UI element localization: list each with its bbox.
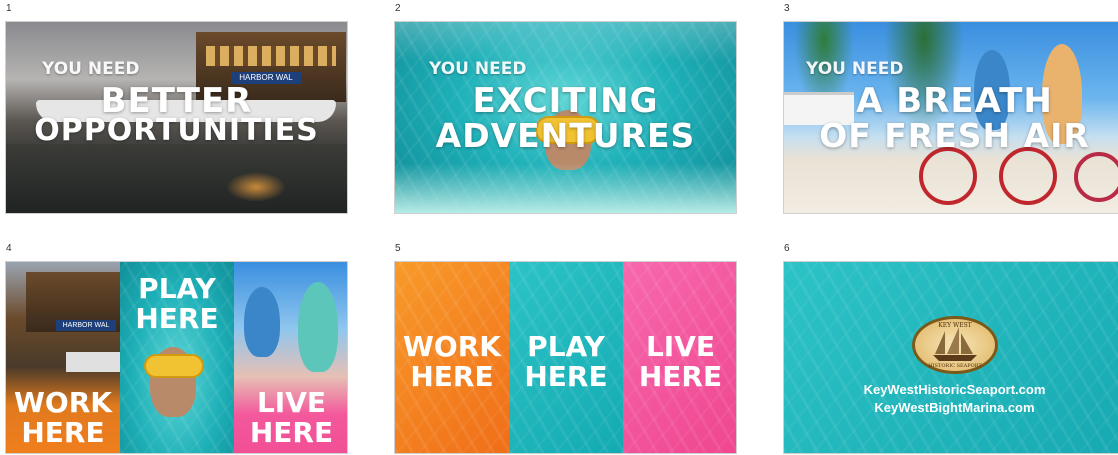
sandy-bottom bbox=[395, 163, 736, 213]
work-here-line1: WORK bbox=[14, 386, 112, 419]
play-panel: PLAY HERE bbox=[120, 262, 234, 453]
light-reflection bbox=[226, 172, 286, 202]
work-panel: HARBOR WAL WORK HERE bbox=[6, 262, 120, 453]
key-west-historic-seaport-logo: KEY WEST HISTORIC SEAPORT bbox=[912, 316, 998, 374]
work-panel: WORK HERE bbox=[395, 262, 509, 453]
water-surface bbox=[395, 22, 736, 62]
slide-number: 5 bbox=[395, 243, 401, 254]
play-here-line1: PLAY bbox=[527, 330, 605, 363]
slide-headline-line1: A BREATH bbox=[856, 81, 1053, 121]
website-url-marina[interactable]: KeyWestBightMarina.com bbox=[784, 400, 1118, 415]
slide-3-thumbnail[interactable]: YOU NEED A BREATH OF FRESH AIR bbox=[783, 21, 1118, 214]
snorkel-mask bbox=[144, 354, 204, 378]
bike-wheel bbox=[1074, 152, 1118, 202]
slide-number: 2 bbox=[395, 3, 401, 14]
logo-text-bottom: HISTORIC SEAPORT bbox=[928, 363, 982, 369]
bike-wheel bbox=[919, 147, 977, 205]
building-windows bbox=[206, 46, 336, 66]
slide-subtitle: YOU NEED bbox=[806, 59, 904, 79]
boat-image bbox=[66, 352, 120, 372]
bike-wheel bbox=[999, 147, 1057, 205]
play-panel: PLAY HERE bbox=[509, 262, 623, 453]
live-panel: LIVE HERE bbox=[234, 262, 347, 453]
slide-6-thumbnail[interactable]: KEY WEST HISTORIC SEAPORT KeyWestHistori… bbox=[783, 261, 1118, 454]
slide-headline-line2: OF FRESH AIR bbox=[819, 116, 1090, 155]
slide-headline-line2: ADVENTURES bbox=[435, 116, 696, 155]
slide-subtitle: YOU NEED bbox=[42, 59, 140, 79]
slide-1-thumbnail[interactable]: HARBOR WAL YOU NEED BETTER OPPORTUNITIES bbox=[5, 21, 348, 214]
work-here-line1: WORK bbox=[403, 330, 501, 363]
slide-2-thumbnail[interactable]: YOU NEED EXCITING ADVENTURES bbox=[394, 21, 737, 214]
work-here-line2: HERE bbox=[410, 360, 494, 393]
slide-number: 6 bbox=[784, 243, 790, 254]
slide-headline-line1: EXCITING bbox=[472, 81, 659, 121]
slide-headline-line2: OPPORTUNITIES bbox=[34, 113, 319, 148]
play-here-line1: PLAY bbox=[138, 272, 216, 305]
live-panel: LIVE HERE bbox=[623, 262, 736, 453]
live-here-line1: LIVE bbox=[256, 386, 327, 419]
slide-number: 3 bbox=[784, 3, 790, 14]
play-here-line2: HERE bbox=[135, 302, 219, 335]
slide-subtitle: YOU NEED bbox=[429, 59, 527, 79]
slide-4-thumbnail[interactable]: HARBOR WAL WORK HERE PLAY HERE LIVE HERE bbox=[5, 261, 348, 454]
water-reflection bbox=[6, 144, 347, 213]
harbor-walk-sign: HARBOR WAL bbox=[56, 320, 116, 331]
man-cyclist-image bbox=[244, 287, 280, 357]
website-url-seaport[interactable]: KeyWestHistoricSeaport.com bbox=[784, 382, 1118, 397]
slide-number: 1 bbox=[6, 3, 12, 14]
logo-text-top: KEY WEST bbox=[938, 322, 972, 329]
woman-cyclist-image bbox=[298, 282, 338, 372]
live-here-line1: LIVE bbox=[645, 330, 716, 363]
slide-number: 4 bbox=[6, 243, 12, 254]
play-here-line2: HERE bbox=[524, 360, 608, 393]
live-here-line2: HERE bbox=[638, 360, 723, 393]
live-here-line2: HERE bbox=[249, 416, 334, 449]
work-here-line2: HERE bbox=[21, 416, 105, 449]
slide-5-thumbnail[interactable]: WORK HERE PLAY HERE LIVE HERE bbox=[394, 261, 737, 454]
